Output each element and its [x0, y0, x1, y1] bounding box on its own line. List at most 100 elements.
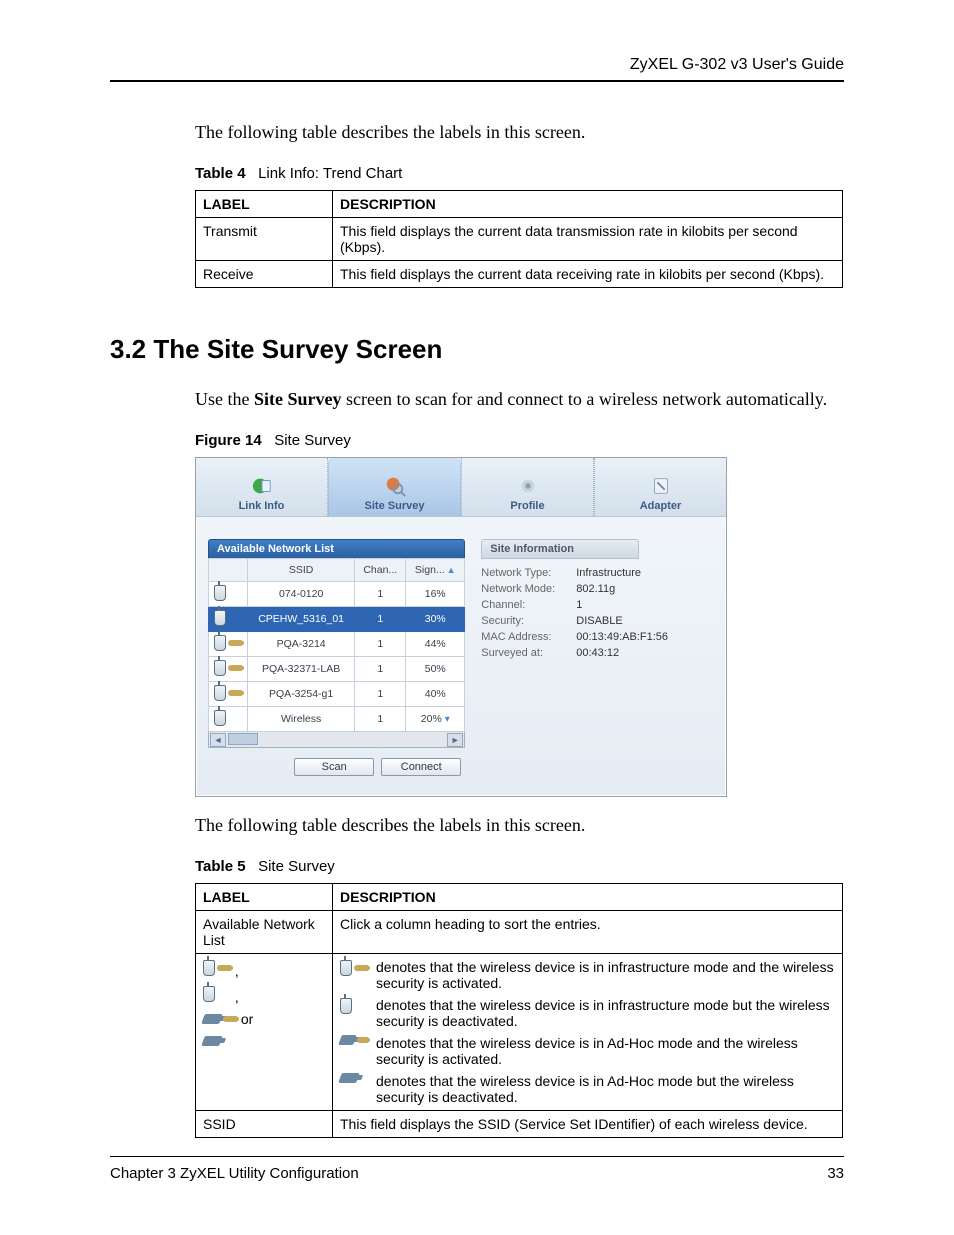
table4-r0-label: Transmit: [196, 218, 333, 261]
available-network-title: Available Network List: [208, 539, 465, 558]
section-heading: 3.2 The Site Survey Screen: [110, 334, 844, 365]
table4-head-label: LABEL: [196, 191, 333, 218]
info-channel-v: 1: [576, 599, 582, 611]
col-icon[interactable]: [209, 559, 248, 582]
cell-signal: 50%: [406, 657, 465, 682]
info-security-v: DISABLE: [576, 615, 622, 627]
col-channel[interactable]: Chan...: [355, 559, 406, 582]
cell-ssid: PQA-32371-LAB: [248, 657, 355, 682]
network-row[interactable]: Wireless120% ▾: [209, 707, 465, 732]
table5-caption-title: Site Survey: [258, 858, 335, 875]
info-mac-v: 00:13:49:AB:F1:56: [576, 631, 668, 643]
table5: LABEL DESCRIPTION Available Network List…: [195, 883, 843, 1138]
table-row: Available Network List Click a column he…: [196, 911, 843, 954]
info-security-k: Security:: [481, 615, 576, 627]
site-information-title: Site Information: [481, 539, 639, 559]
magnifier-globe-icon: [382, 474, 408, 498]
table-row: SSID This field displays the SSID (Servi…: [196, 1111, 843, 1138]
table5-caption: Table 5 Site Survey: [195, 858, 844, 875]
sep2: ,: [231, 989, 239, 1005]
scan-button[interactable]: Scan: [294, 758, 374, 776]
figure14-caption: Figure 14 Site Survey: [195, 432, 844, 449]
table5-r2-label: , , or: [196, 954, 333, 1111]
tab-profile-label: Profile: [510, 500, 544, 512]
cell-signal: 20% ▾: [406, 707, 465, 732]
table4-caption-title: Link Info: Trend Chart: [258, 165, 402, 182]
adhoc-open-icon: [338, 1073, 360, 1083]
globe-doc-icon: [249, 474, 275, 498]
scroll-right-icon[interactable]: ►: [447, 733, 463, 747]
network-row[interactable]: PQA-3214144%: [209, 632, 465, 657]
connect-button[interactable]: Connect: [381, 758, 461, 776]
infra-secure-icon: [203, 959, 231, 977]
col-ssid[interactable]: SSID: [248, 559, 355, 582]
tab-adapter[interactable]: Adapter: [594, 458, 726, 516]
icon-desc-1: denotes that the wireless device is in i…: [376, 959, 835, 991]
section-intro-bold: Site Survey: [254, 389, 342, 409]
table5-r2-desc: denotes that the wireless device is in i…: [333, 954, 843, 1111]
icon-desc-3: denotes that the wireless device is in A…: [376, 1035, 835, 1067]
infra-secure-icon: [209, 657, 248, 682]
col-signal-label: Sign...: [415, 564, 445, 576]
tab-site-survey[interactable]: Site Survey: [328, 458, 461, 516]
tab-link-info[interactable]: Link Info: [196, 458, 328, 516]
infra-secure-icon: [340, 959, 368, 977]
network-row[interactable]: PQA-3254-g1140%: [209, 682, 465, 707]
table4-caption: Table 4 Link Info: Trend Chart: [195, 165, 844, 182]
tab-bar: Link Info Site Survey Profile: [196, 458, 726, 517]
header-rule: [110, 80, 844, 82]
info-surveyed-v: 00:43:12: [576, 647, 619, 659]
sep3: or: [237, 1011, 253, 1027]
infra-open-icon: [203, 985, 231, 1003]
table5-head-label: LABEL: [196, 884, 333, 911]
tab-profile[interactable]: Profile: [461, 458, 594, 516]
tab-site-survey-label: Site Survey: [365, 500, 425, 512]
figure14-caption-prefix: Figure 14: [195, 432, 262, 449]
site-survey-window: Link Info Site Survey Profile: [195, 457, 727, 797]
icon-desc-2: denotes that the wireless device is in i…: [376, 997, 835, 1029]
network-row[interactable]: PQA-32371-LAB150%: [209, 657, 465, 682]
info-surveyed-k: Surveyed at:: [481, 647, 576, 659]
network-table[interactable]: SSID Chan... Sign...▲ 074-0120116%CPEHW_…: [208, 558, 465, 732]
horizontal-scrollbar[interactable]: ◄ ►: [208, 732, 465, 748]
table-row: Receive This field displays the current …: [196, 261, 843, 288]
infra-secure-icon: [209, 682, 248, 707]
info-network-mode-v: 802.11g: [576, 583, 615, 595]
gear-doc-icon: [515, 474, 541, 498]
cell-signal: 30%: [406, 607, 465, 632]
cell-ssid: Wireless: [248, 707, 355, 732]
wrench-doc-icon: [648, 474, 674, 498]
table5-r1-label: Available Network List: [196, 911, 333, 954]
scroll-left-icon[interactable]: ◄: [210, 733, 226, 747]
table4-caption-prefix: Table 4: [195, 165, 246, 182]
info-channel-k: Channel:: [481, 599, 576, 611]
scroll-thumb[interactable]: [228, 733, 258, 745]
cell-ssid: PQA-3214: [248, 632, 355, 657]
scroll-down-icon[interactable]: ▾: [445, 714, 450, 725]
col-signal[interactable]: Sign...▲: [406, 559, 465, 582]
infra-open-icon: [209, 707, 248, 732]
table5-head-desc: DESCRIPTION: [333, 884, 843, 911]
infra-open-icon: [340, 997, 368, 1015]
cell-ssid: PQA-3254-g1: [248, 682, 355, 707]
network-row[interactable]: CPEHW_5316_01130%: [209, 607, 465, 632]
figure14-caption-title: Site Survey: [274, 432, 351, 449]
icon-desc-4: denotes that the wireless device is in A…: [376, 1073, 835, 1105]
infra-open-icon: [209, 582, 248, 607]
table4-r0-desc: This field displays the current data tra…: [333, 218, 843, 261]
info-network-type-k: Network Type:: [481, 567, 576, 579]
cell-ssid: 074-0120: [248, 582, 355, 607]
available-network-panel: Available Network List SSID Chan... Sign…: [208, 539, 465, 776]
cell-signal: 40%: [406, 682, 465, 707]
table4-head-desc: DESCRIPTION: [333, 191, 843, 218]
network-row[interactable]: 074-0120116%: [209, 582, 465, 607]
cell-channel: 1: [355, 607, 406, 632]
section-intro-pre: Use the: [195, 389, 254, 409]
intro-text-2: The following table describes the labels…: [195, 815, 844, 836]
cell-signal: 44%: [406, 632, 465, 657]
table-row: , , or denotes that the wireless device …: [196, 954, 843, 1111]
info-network-mode-k: Network Mode:: [481, 583, 576, 595]
section-intro: Use the Site Survey screen to scan for a…: [195, 389, 844, 410]
infra-secure-icon: [209, 632, 248, 657]
table4-r1-desc: This field displays the current data rec…: [333, 261, 843, 288]
